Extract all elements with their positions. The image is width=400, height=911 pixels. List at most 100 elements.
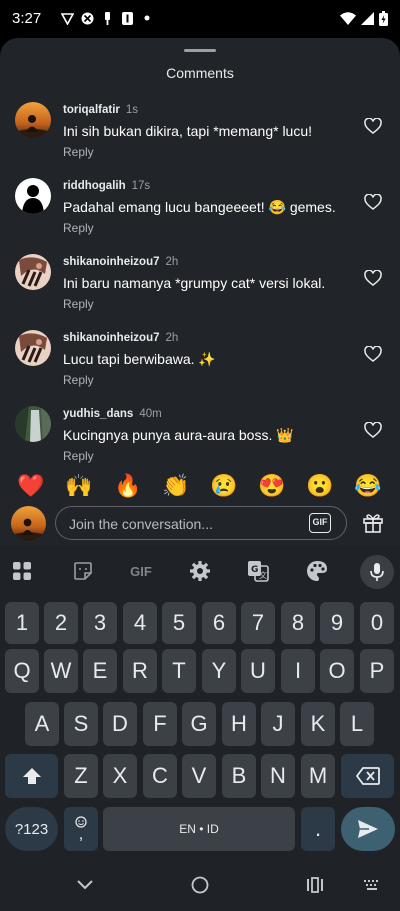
microphone-icon[interactable] [360, 555, 394, 589]
key-o[interactable]: O [320, 649, 354, 693]
key-y[interactable]: Y [202, 649, 236, 693]
emoji-surprised[interactable]: 😮 [306, 472, 334, 500]
heart-icon[interactable] [364, 421, 382, 438]
comment-username[interactable]: toriqalfatir 1s [63, 104, 138, 116]
sheet-title: Comments [166, 65, 234, 81]
reply-button[interactable]: Reply [63, 449, 94, 463]
avatar[interactable] [15, 330, 51, 366]
username-text[interactable]: toriqalfatir [63, 104, 120, 116]
key-v[interactable]: V [182, 754, 216, 798]
key-d[interactable]: D [103, 702, 137, 746]
space-key[interactable]: EN • ID [103, 807, 295, 851]
home-icon[interactable] [190, 875, 210, 895]
settings-gear-icon[interactable] [187, 558, 213, 584]
key-l[interactable]: L [340, 702, 374, 746]
key-z[interactable]: Z [64, 754, 98, 798]
key-8[interactable]: 8 [281, 602, 315, 644]
emoji-clap[interactable]: 👏 [162, 472, 190, 500]
emoji-heart-eyes[interactable]: 😍 [258, 472, 286, 500]
comma-label: , [78, 826, 84, 843]
key-0[interactable]: 0 [360, 602, 394, 644]
key-e[interactable]: E [83, 649, 117, 693]
emoji-crying[interactable]: 😢 [210, 472, 238, 500]
key-a[interactable]: A [25, 702, 59, 746]
key-3[interactable]: 3 [83, 602, 117, 644]
heart-icon[interactable] [364, 117, 382, 134]
key-j[interactable]: J [261, 702, 295, 746]
key-w[interactable]: W [44, 649, 78, 693]
gif-keyboard-tab[interactable]: GIF [126, 558, 156, 584]
gif-button[interactable]: GIF [309, 513, 331, 533]
reply-button[interactable]: Reply [63, 373, 94, 387]
key-k[interactable]: K [301, 702, 335, 746]
comment-time: 40m [139, 408, 162, 420]
key-r[interactable]: R [123, 649, 157, 693]
avatar[interactable] [15, 178, 51, 214]
key-x[interactable]: X [103, 754, 137, 798]
key-4[interactable]: 4 [123, 602, 157, 644]
emoji-laughing[interactable]: 😂 [354, 472, 382, 500]
key-u[interactable]: U [241, 649, 275, 693]
comment-input[interactable]: Join the conversation... GIF [55, 506, 347, 540]
drag-handle[interactable] [184, 49, 216, 52]
comment-item: riddhogalih 17s Padahal emang lucu bangee… [0, 178, 400, 248]
key-6[interactable]: 6 [202, 602, 236, 644]
reply-button[interactable]: Reply [63, 221, 94, 235]
comment-username[interactable]: shikanoinheizou7 2h [63, 332, 178, 344]
apps-grid-icon[interactable] [9, 558, 35, 584]
emoji-fire[interactable]: 🔥 [114, 472, 142, 500]
emoji-comma-key[interactable]: , [64, 807, 98, 851]
symbols-key[interactable]: ?123 [5, 807, 58, 851]
reply-button[interactable]: Reply [63, 145, 94, 159]
username-text[interactable]: riddhogalih [63, 180, 126, 192]
heart-icon[interactable] [364, 269, 382, 286]
key-n[interactable]: N [261, 754, 295, 798]
key-9[interactable]: 9 [320, 602, 354, 644]
heart-icon[interactable] [364, 193, 382, 210]
send-icon [358, 820, 378, 838]
comment-compose-bar: Join the conversation... GIF [0, 504, 400, 546]
username-text[interactable]: shikanoinheizou7 [63, 332, 160, 344]
key-g[interactable]: G [182, 702, 216, 746]
emoji-heart[interactable]: ❤️ [17, 472, 45, 500]
key-f[interactable]: F [143, 702, 177, 746]
key-2[interactable]: 2 [44, 602, 78, 644]
key-h[interactable]: H [222, 702, 256, 746]
backspace-key[interactable] [341, 754, 394, 798]
heart-icon[interactable] [364, 345, 382, 362]
reply-button[interactable]: Reply [63, 297, 94, 311]
sticker-icon[interactable] [70, 558, 96, 584]
key-b[interactable]: B [222, 754, 256, 798]
hide-keyboard-chevron-down-icon[interactable] [75, 875, 95, 895]
recents-icon[interactable] [305, 875, 325, 895]
avatar[interactable] [15, 102, 51, 138]
palette-icon[interactable] [304, 558, 330, 584]
key-1[interactable]: 1 [5, 602, 39, 644]
key-7[interactable]: 7 [241, 602, 275, 644]
period-key[interactable]: . [301, 807, 335, 851]
username-text[interactable]: shikanoinheizou7 [63, 256, 160, 268]
username-text[interactable]: yudhis_dans [63, 408, 133, 420]
key-s[interactable]: S [64, 702, 98, 746]
key-i[interactable]: I [281, 649, 315, 693]
send-key[interactable] [341, 807, 395, 851]
comment-username[interactable]: shikanoinheizou7 2h [63, 256, 178, 268]
avatar[interactable] [15, 406, 51, 442]
shift-key[interactable] [5, 754, 58, 798]
key-m[interactable]: M [301, 754, 335, 798]
emoji-raised-hands[interactable]: 🙌 [65, 472, 93, 500]
comment-username[interactable]: yudhis_dans 40m [63, 408, 162, 420]
comment-username[interactable]: riddhogalih 17s [63, 180, 150, 192]
signal-icon [361, 12, 374, 30]
comments-sheet: Comments toriqalfatir 1s Ini sih bukan di… [0, 38, 400, 546]
translate-icon[interactable]: G文 [245, 558, 271, 584]
key-t[interactable]: T [162, 649, 196, 693]
key-p[interactable]: P [360, 649, 394, 693]
key-c[interactable]: C [143, 754, 177, 798]
key-5[interactable]: 5 [162, 602, 196, 644]
keyboard-switcher-icon[interactable] [362, 875, 382, 895]
avatar[interactable] [15, 254, 51, 290]
key-q[interactable]: Q [5, 649, 39, 693]
shift-icon [22, 768, 41, 784]
gift-icon[interactable] [361, 510, 385, 534]
